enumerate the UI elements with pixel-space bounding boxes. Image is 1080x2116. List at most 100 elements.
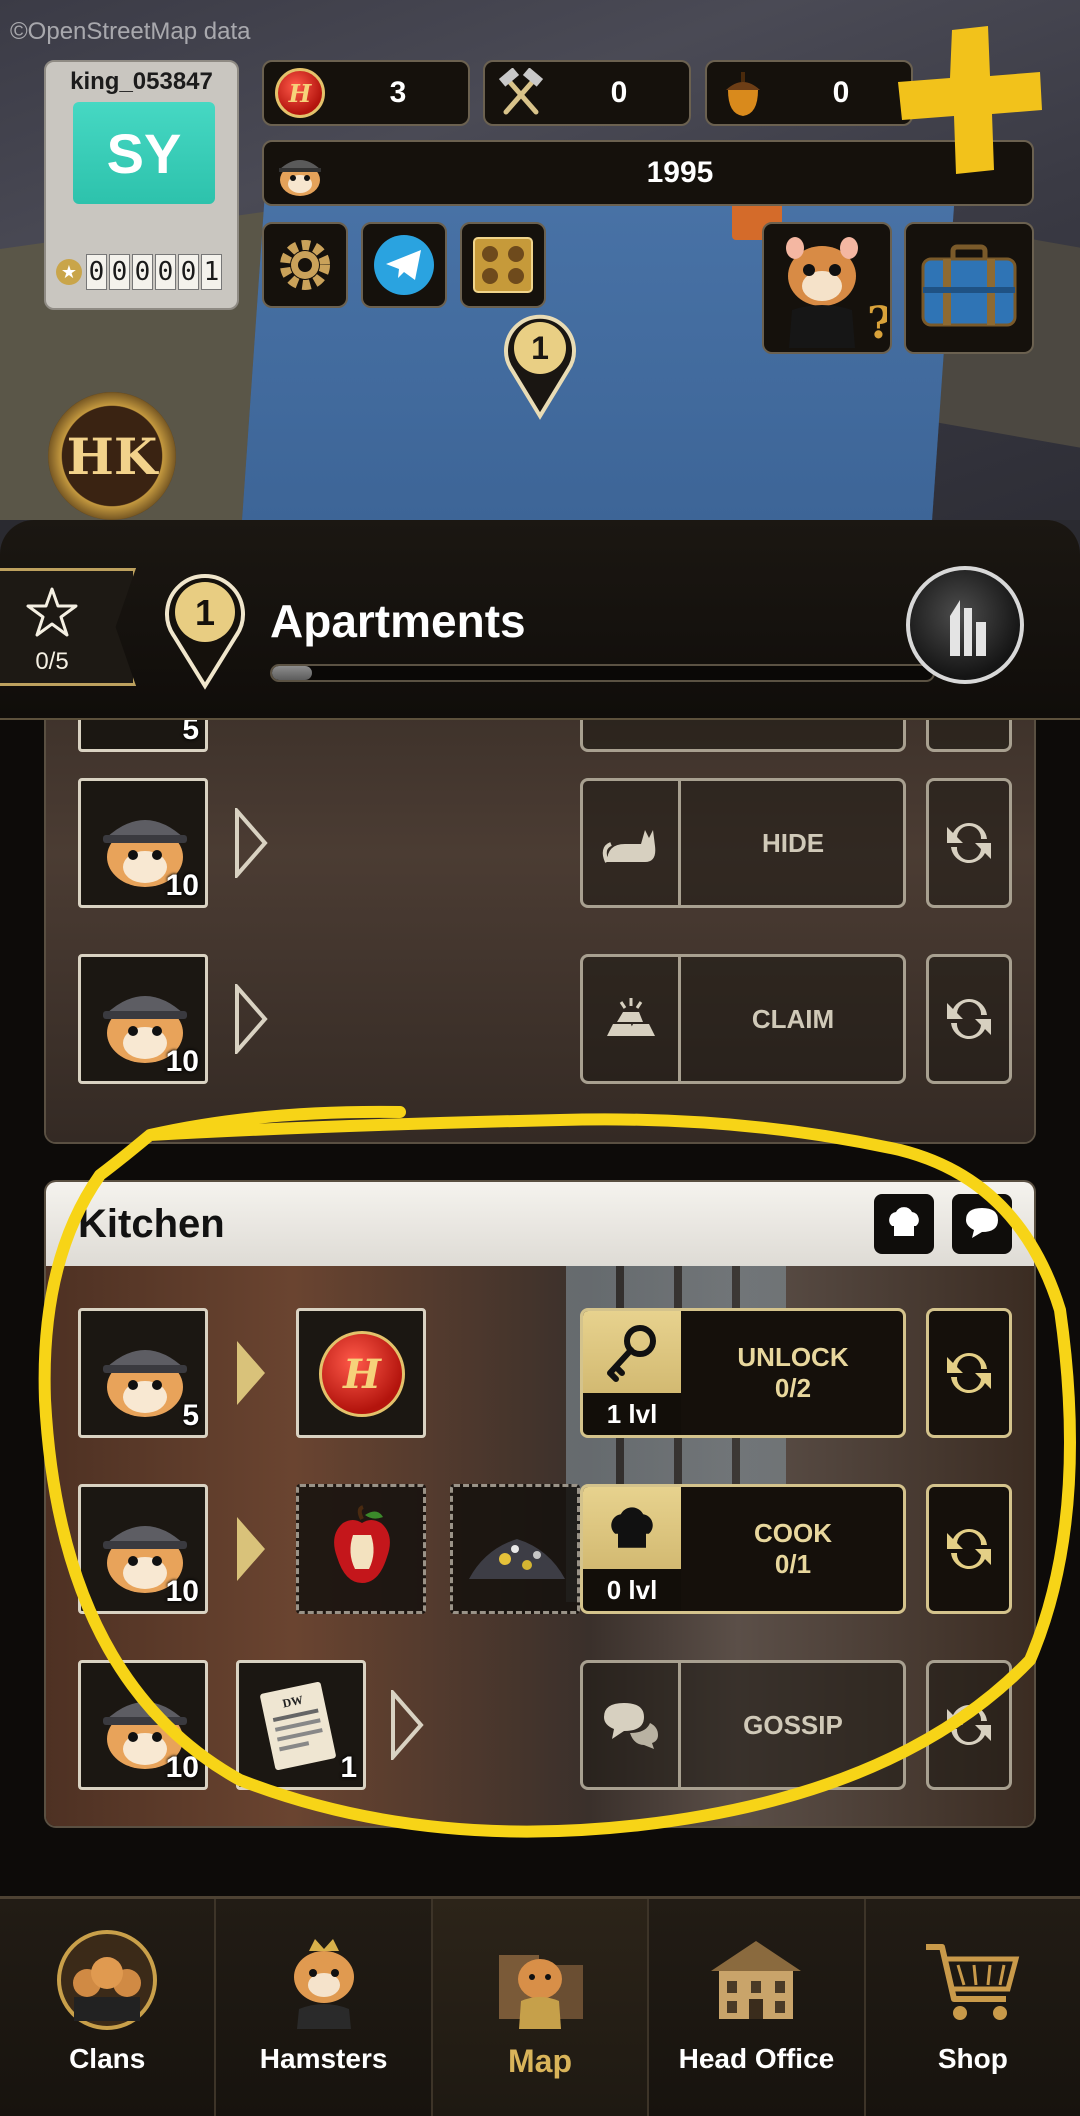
location-progress-bar (270, 664, 935, 682)
tools-count: 0 (610, 76, 628, 109)
nav-label: Clans (69, 2043, 146, 2074)
suitcase-icon (921, 244, 1017, 327)
refresh-button[interactable] (926, 1660, 1012, 1790)
nav-label: Head Office (678, 2043, 835, 2074)
action-label-text: CLAIM (751, 1003, 835, 1034)
action-label-text: GOSSIP (743, 1709, 843, 1740)
hamster-slot[interactable]: 10 (78, 1660, 208, 1790)
action-label: GOSSIP (681, 1663, 903, 1787)
head-office-icon (711, 1941, 802, 2019)
token-counter[interactable]: H 3 (262, 60, 470, 126)
refresh-button[interactable] (926, 720, 1012, 752)
id-digit: 1 (201, 254, 222, 290)
nav-map[interactable]: Map (432, 1899, 650, 2116)
tools-counter[interactable]: 0 (483, 60, 691, 126)
action-label-text: UNLOCK (737, 1342, 849, 1372)
nav-clans[interactable]: Clans (0, 1899, 217, 2116)
chef-hat-button[interactable] (874, 1194, 934, 1254)
action-label-text: HIDE (761, 827, 825, 858)
player-profile-card[interactable]: king_053847 SY ★ 0 0 0 0 0 1 (44, 60, 239, 310)
key-icon (607, 1325, 656, 1382)
nav-shop[interactable]: Shop (866, 1899, 1080, 2116)
hamster-slot[interactable]: 5 (78, 1308, 208, 1438)
nav-label: Shop (937, 2043, 1008, 2074)
newspaper-slot[interactable]: DW 1 (236, 1660, 366, 1790)
action-label: COOK 0/1 (681, 1487, 903, 1611)
hamster-qty: 10 (165, 869, 199, 902)
gear-icon (280, 240, 330, 290)
chef-hat-icon (889, 1207, 919, 1236)
hide-action-button[interactable]: HIDE (580, 778, 906, 908)
reward-token-slot[interactable]: H (296, 1308, 426, 1438)
nav-label: Map (508, 2043, 573, 2079)
hamster-cards-icon (473, 237, 533, 293)
hamster-help-button[interactable]: ? (762, 222, 892, 354)
hamster-slot[interactable]: 5 (78, 720, 208, 752)
location-stars-flag[interactable]: 0/5 (0, 568, 136, 686)
action-label: CLAIM (681, 957, 903, 1081)
refresh-button[interactable] (926, 1308, 1012, 1438)
action-label: UNLOCK 0/2 (681, 1311, 903, 1435)
inventory-suitcase-button[interactable] (904, 222, 1034, 354)
nav-hamsters[interactable]: Hamsters (216, 1899, 433, 2116)
action-level: 0 lvl (583, 1569, 681, 1611)
settings-button[interactable] (262, 222, 348, 308)
hamster-slot[interactable]: 10 (78, 1484, 208, 1614)
cook-action-button[interactable]: 0 lvl COOK 0/1 (580, 1484, 906, 1614)
refresh-button[interactable] (926, 954, 1012, 1084)
player-id-row: ★ 0 0 0 0 0 1 (56, 254, 222, 290)
city-skyline-button[interactable] (906, 566, 1024, 684)
arrow-right-icon (237, 1341, 265, 1405)
unlock-action-button[interactable]: 1 lvl UNLOCK 0/2 (580, 1308, 906, 1438)
kitchen-title: Kitchen (78, 1201, 225, 1246)
token-count: 3 (389, 76, 407, 109)
player-id-digits: 0 0 0 0 0 1 (86, 254, 222, 290)
arrow-right-icon (235, 984, 268, 1054)
player-username: king_053847 (70, 68, 213, 95)
id-digit: 0 (178, 254, 199, 290)
gossip-chat-button[interactable] (952, 1194, 1012, 1254)
refresh-button[interactable] (926, 1484, 1012, 1614)
action-icon-cell (583, 957, 681, 1081)
kitchen-panel: Kitchen 5 H 1 lvl UNLOCK 0/2 10 0 lvl CO… (44, 1180, 1036, 1828)
arrow-right-icon (235, 808, 268, 878)
hamster-slot[interactable]: 10 (78, 778, 208, 908)
gossip-action-button[interactable]: GOSSIP (580, 1660, 906, 1790)
add-plus-icon[interactable] (890, 20, 1050, 180)
apartment-action-partial[interactable] (580, 720, 906, 752)
player-avatar[interactable]: SY (73, 102, 215, 204)
action-progress: 0/2 (774, 1373, 812, 1403)
acorn-counter[interactable]: 0 (705, 60, 913, 126)
nav-head-office[interactable]: Head Office (649, 1899, 866, 2116)
location-stars-count: 0/5 (35, 648, 69, 675)
avatar-initials: SY (106, 121, 182, 185)
chef-hat-icon (611, 1507, 653, 1548)
hamster-cards-button[interactable] (460, 222, 546, 308)
ingredient-scraps-slot[interactable] (450, 1484, 580, 1614)
hk-token-icon: H (319, 1331, 405, 1417)
location-content-scroll[interactable]: 5 10 HIDE 10 CLAIM Kitchen 5 H 1 lvl UNL… (0, 720, 1080, 1896)
hamster-qty: 5 (182, 720, 199, 746)
map-location-pin-icon[interactable]: 1 (500, 310, 580, 420)
ingredient-apple-slot[interactable] (296, 1484, 426, 1614)
chat-bubbles-icon (966, 1208, 998, 1238)
refresh-button[interactable] (926, 778, 1012, 908)
claim-action-button[interactable]: CLAIM (580, 954, 906, 1084)
hamster-slot[interactable]: 10 (78, 954, 208, 1084)
location-title: Apartments (270, 595, 526, 647)
chat-bubbles-icon (603, 1703, 658, 1749)
food-scraps-icon (469, 1539, 565, 1579)
hk-logo-icon[interactable]: HK (48, 392, 176, 520)
refresh-icon (947, 1529, 991, 1569)
location-pin-number: 1 (195, 592, 215, 633)
star-icon (26, 587, 78, 637)
hamster-detective-icon (279, 160, 321, 196)
hamster-icon (293, 1939, 354, 2029)
nav-label: Hamsters (259, 2043, 388, 2074)
svg-text:?: ? (867, 298, 887, 349)
hamster-qty: 10 (165, 1751, 199, 1784)
location-progress-fill (272, 666, 312, 680)
telegram-button[interactable] (361, 222, 447, 308)
star-coin-icon: ★ (56, 259, 82, 285)
refresh-icon (947, 823, 991, 863)
